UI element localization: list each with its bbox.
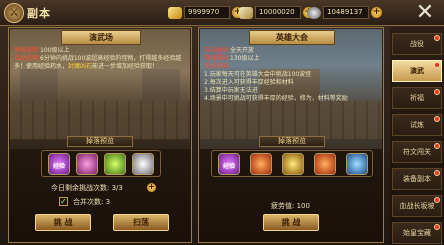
hero-conference-panel: 英雄大会 开启时间:全天开放 等级限制:130级以上 活动说明: 1.玩家每天可… (198, 27, 384, 243)
badge-dot (434, 62, 440, 68)
silver-currency: 10000020 + (239, 5, 314, 20)
arena-info: 等级限制:100级以上 活动说明:6分钟内挑战100波超高经验的怪物，打得越多经… (14, 47, 188, 71)
desc-line: 1.玩家每天可在英雄大会中挑战100波怪 (204, 71, 312, 78)
level-value: 130级以上 (230, 55, 260, 62)
wall (10, 101, 190, 139)
side-item-campaign[interactable]: 战役 (392, 33, 442, 55)
sword-icon: ⚔ (4, 3, 24, 23)
drop-preview-label: 掉落预览 (259, 136, 325, 147)
desc-tail: 能进一步增加经验获取！ (92, 63, 159, 70)
side-item-label: 战役 (410, 40, 424, 48)
side-item-label: 演武 (410, 67, 424, 75)
desc-line: 2.每次进入可获得丰厚经验和材料 (204, 79, 294, 86)
open-value: 全天开放 (230, 47, 255, 54)
sweep-button[interactable]: 扫荡 (113, 214, 169, 231)
badge-dot (434, 89, 440, 95)
arena-panel: 演武场 等级限制:100级以上 活动说明:6分钟内挑战100波超高经验的怪物，打… (8, 27, 192, 243)
desc-label: 活动说明: (204, 63, 231, 70)
level-label: 等级限制: (204, 55, 231, 62)
side-item-label: 试炼 (410, 121, 424, 129)
side-item-label: 祈福 (410, 94, 424, 102)
remaining-row: 今日剩余挑战次数: 3/3 (51, 183, 123, 193)
red-gem-icon[interactable] (250, 153, 272, 175)
challenge-button[interactable]: 挑 战 (263, 214, 319, 231)
drop-frame: 经验 (211, 150, 373, 177)
drop-frame: 经验 (41, 150, 161, 177)
badge-dot (434, 35, 440, 41)
badge-dot (434, 197, 440, 203)
orb-icon (307, 6, 321, 19)
dungeon-screen: ⚔ 副本 9999970 + 10000020 + 10489137 + ✕ 演… (0, 0, 444, 245)
orb-currency: 10489137 + (307, 5, 382, 20)
desc-highlight: 封魔凶石 (68, 63, 93, 70)
silver-value: 10000020 (255, 6, 301, 19)
blue-flame-icon[interactable] (346, 153, 368, 175)
side-item-equipment[interactable]: 装备副本 (392, 168, 442, 190)
remaining-value: 3/3 (111, 184, 123, 192)
exp-orb-icon[interactable]: 经验 (218, 153, 240, 175)
level-label: 等级限制: (14, 47, 41, 54)
side-item-rune[interactable]: 符文闯关 (392, 141, 442, 163)
merge-row: 合并次数: 3 (73, 197, 110, 207)
challenge-button[interactable]: 挑 战 (35, 214, 91, 231)
open-label: 开启时间: (204, 47, 231, 54)
exp-orb-icon[interactable]: 经验 (48, 153, 70, 175)
wall (200, 101, 382, 139)
page-title: 副本 (27, 7, 51, 20)
orb-value: 10489137 (323, 6, 369, 19)
badge-dot (434, 143, 440, 149)
side-item-label: 始皇宝藏 (403, 229, 431, 237)
side-item-arena[interactable]: 演武 (392, 60, 442, 82)
stamina-row: 疲劳值: 100 (271, 201, 310, 211)
top-bar: ⚔ 副本 9999970 + 10000020 + 10489137 + ✕ (0, 0, 444, 26)
hero-info: 开启时间:全天开放 等级限制:130级以上 活动说明: 1.玩家每天可在英雄大会… (204, 47, 382, 103)
side-item-label: 装备副本 (403, 175, 431, 183)
stamina-label: 疲劳值: (271, 202, 295, 210)
stamina-value: 100 (296, 202, 310, 210)
close-button[interactable]: ✕ (412, 2, 438, 24)
add-attempts-button[interactable]: + (147, 183, 156, 192)
badge-dot (434, 116, 440, 122)
silver-ingot-icon (239, 6, 253, 19)
merge-value: 3 (105, 198, 111, 206)
side-item-treasure[interactable]: 始皇宝藏 (392, 222, 442, 244)
green-gem-icon[interactable] (104, 153, 126, 175)
badge-dot (434, 224, 440, 230)
desc-line: 3.结算中玩家无法进 (204, 87, 258, 94)
badge-dot (434, 170, 440, 176)
desc-label: 活动说明: (14, 55, 41, 62)
gold-currency: 9999970 + (168, 5, 243, 20)
red-flame-icon[interactable] (314, 153, 336, 175)
desc-line: 4.场景中可挑战可获得丰厚的经验，修为，材料等奖励 (204, 95, 348, 102)
side-menu: 战役 演武 祈福 试炼 符文闯关 装备副本 血战长坂坡 始皇宝藏 (390, 27, 444, 245)
level-value: 100级以上 (40, 47, 70, 54)
remaining-label: 今日剩余挑战次数: (51, 184, 110, 192)
merge-checkbox[interactable]: ✓ (59, 197, 68, 206)
panel-title: 英雄大会 (249, 30, 335, 45)
side-item-changban[interactable]: 血战长坂坡 (392, 195, 442, 217)
item-label: 经验 (52, 163, 65, 170)
drop-preview-label: 掉落预览 (67, 136, 133, 147)
side-item-label: 血战长坂坡 (399, 202, 435, 210)
gold-gem-icon[interactable] (282, 153, 304, 175)
side-item-label: 符文闯关 (403, 148, 431, 156)
side-item-trial[interactable]: 试炼 (392, 114, 442, 136)
panel-title: 演武场 (61, 30, 141, 45)
item-label: 经验 (222, 163, 235, 170)
silver-coin-icon[interactable] (132, 153, 154, 175)
pink-gem-icon[interactable] (76, 153, 98, 175)
gold-value: 9999970 (184, 6, 230, 19)
merge-label: 合并次数: (73, 198, 104, 206)
side-item-pray[interactable]: 祈福 (392, 87, 442, 109)
gold-ingot-icon (168, 6, 182, 19)
add-orb-button[interactable]: + (371, 7, 382, 18)
